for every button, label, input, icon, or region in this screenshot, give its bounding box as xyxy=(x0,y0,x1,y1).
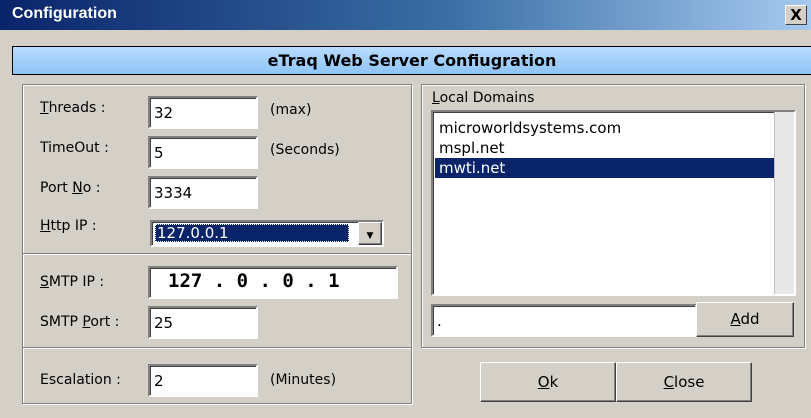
escalation-input[interactable]: 2 xyxy=(148,364,258,397)
close-button[interactable]: Close xyxy=(616,362,752,402)
port-input[interactable]: 3334 xyxy=(148,176,258,209)
threads-label: Threads : xyxy=(40,100,106,116)
smtp-ip-label: SMTP IP : xyxy=(40,274,105,290)
escalation-unit: (Minutes) xyxy=(270,372,337,388)
http-ip-dropdown-button[interactable]: ▼ xyxy=(358,222,382,245)
chevron-down-icon: ▼ xyxy=(366,231,374,241)
threads-input[interactable]: 32 xyxy=(148,96,258,129)
local-domains-label: Local Domains xyxy=(432,90,535,106)
ok-button[interactable]: Ok xyxy=(480,362,616,402)
http-ip-selected-value: 127.0.0.1 xyxy=(155,224,349,242)
domain-input[interactable]: . xyxy=(431,304,697,337)
close-window-button[interactable]: X xyxy=(785,5,807,25)
threads-unit: (max) xyxy=(270,102,312,118)
timeout-label: TimeOut : xyxy=(40,140,109,156)
http-ip-label: Http IP : xyxy=(40,218,97,234)
window-title: Configuration xyxy=(12,5,117,22)
add-domain-button[interactable]: Add xyxy=(696,302,794,337)
port-label: Port No : xyxy=(40,180,101,196)
group-divider xyxy=(23,253,411,255)
list-item[interactable]: microworldsystems.com xyxy=(435,118,794,138)
timeout-input[interactable]: 5 xyxy=(148,136,258,169)
page-header: eTraq Web Server Confiugration xyxy=(12,46,811,75)
listbox-scrollbar[interactable] xyxy=(774,112,794,294)
local-domains-listbox[interactable]: microworldsystems.com mspl.net mwti.net xyxy=(431,110,796,296)
smtp-port-label: SMTP Port : xyxy=(40,314,120,330)
list-item[interactable]: mspl.net xyxy=(435,138,794,158)
group-divider xyxy=(23,347,411,349)
title-bar[interactable] xyxy=(0,0,811,30)
escalation-label: Escalation : xyxy=(40,372,121,388)
list-item-selected[interactable]: mwti.net xyxy=(435,158,794,178)
http-ip-select[interactable]: 127.0.0.1 xyxy=(150,220,384,247)
timeout-unit: (Seconds) xyxy=(270,142,340,158)
smtp-ip-address-field[interactable]: 127 . 0 . 0 . 1 xyxy=(148,266,398,299)
smtp-port-input[interactable]: 25 xyxy=(148,306,258,339)
